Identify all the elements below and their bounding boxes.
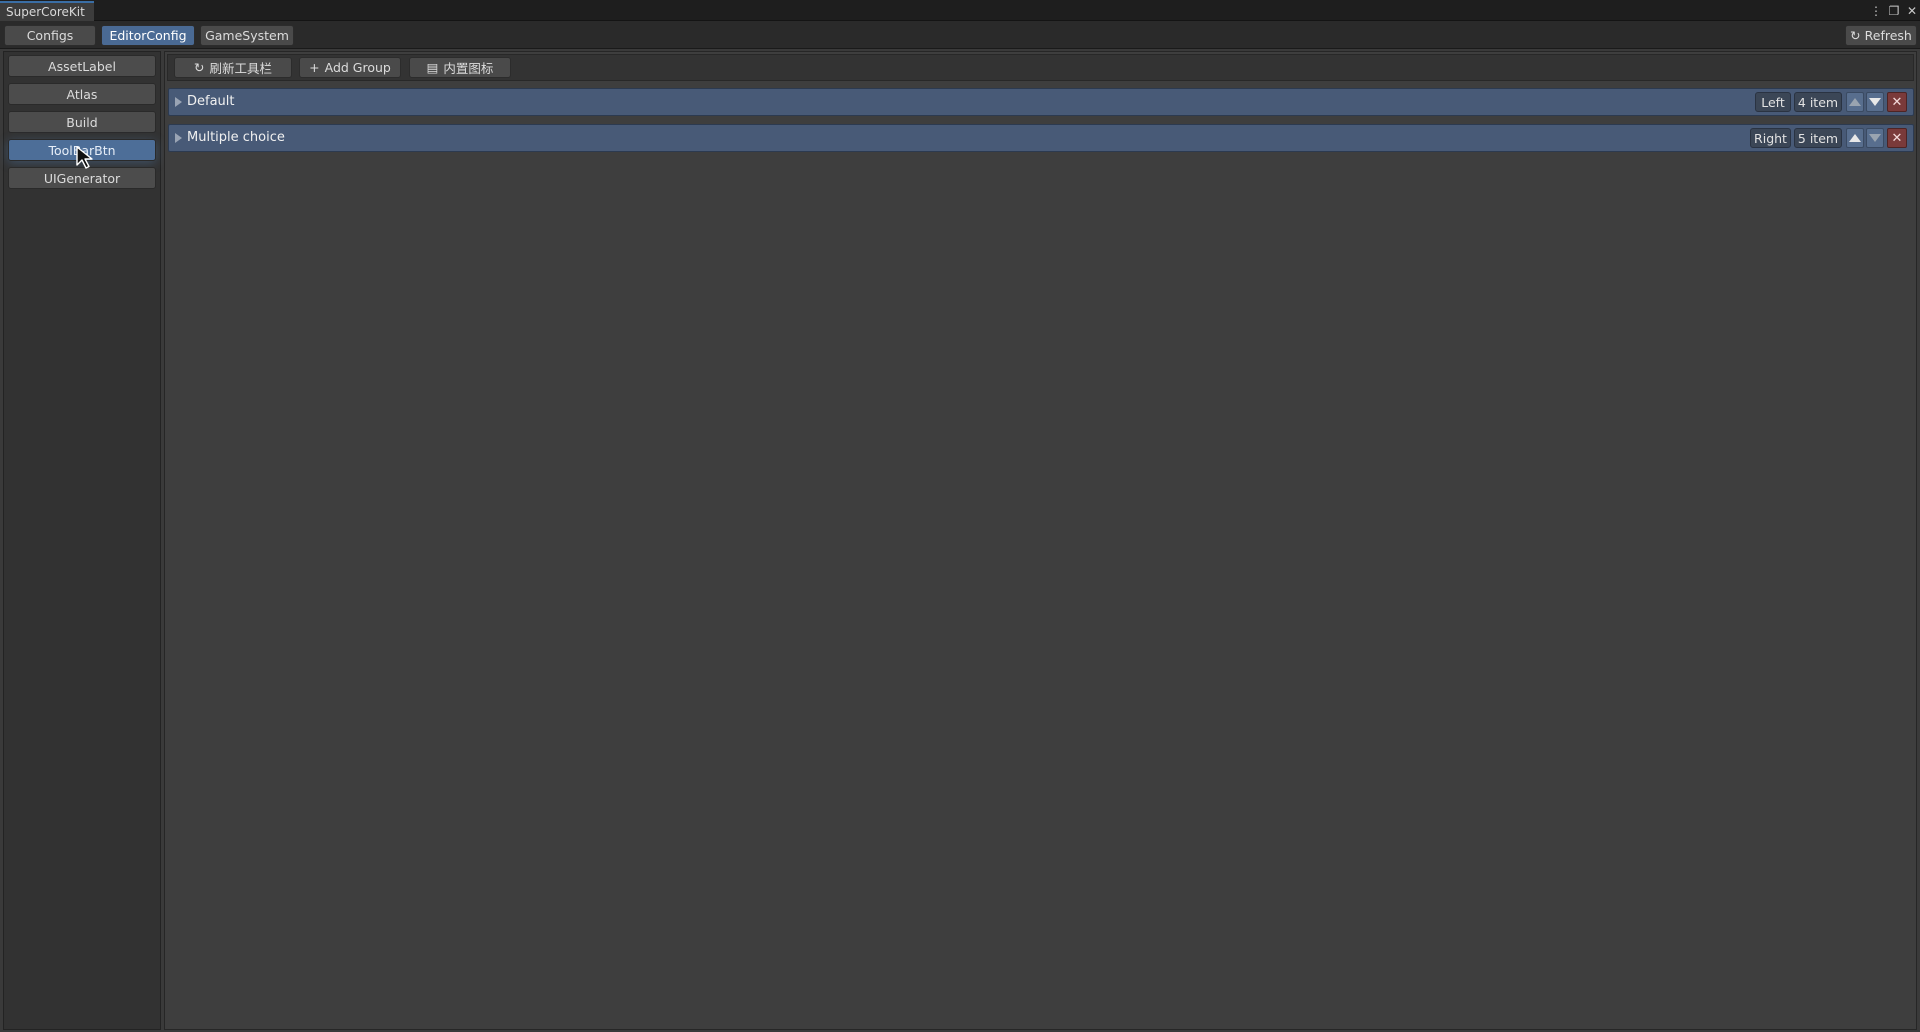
move-down-button[interactable] — [1866, 92, 1884, 112]
sidebar-item-label: Build — [66, 114, 98, 130]
side-selector[interactable]: Right — [1750, 128, 1791, 148]
refresh-toolbar-button[interactable]: ↻ 刷新工具栏 — [174, 57, 292, 78]
builtin-icons-button[interactable]: ▤ 内置图标 — [409, 57, 511, 78]
move-up-button[interactable] — [1846, 128, 1864, 148]
group-name: Default — [187, 94, 235, 109]
group-row-default[interactable]: Default Left 4 item ✕ — [168, 88, 1914, 116]
sidebar-item-label: AssetLabel — [48, 58, 116, 74]
side-selector[interactable]: Left — [1755, 92, 1791, 112]
builtin-icons-label: 内置图标 — [443, 61, 494, 76]
group-name: Multiple choice — [187, 130, 285, 145]
close-icon[interactable]: ✕ — [1906, 4, 1918, 18]
sidebar-item-label: UIGenerator — [43, 170, 121, 186]
tab-label: EditorConfig — [109, 28, 187, 43]
refresh-label: Refresh — [1864, 28, 1912, 43]
tab-editorconfig[interactable]: EditorConfig — [101, 25, 195, 46]
refresh-icon: ↻ — [194, 60, 205, 75]
item-count-badge: 5 item — [1794, 128, 1842, 148]
refresh-button[interactable]: ↻ Refresh — [1845, 25, 1917, 46]
arrow-down-icon — [1869, 98, 1881, 106]
group-row-multiple-choice[interactable]: Multiple choice Right 5 item ✕ — [168, 124, 1914, 152]
add-group-label: Add Group — [324, 60, 391, 75]
delete-group-button[interactable]: ✕ — [1887, 92, 1907, 112]
item-count-label: 4 item — [1797, 94, 1839, 110]
sidebar-item-uigenerator[interactable]: UIGenerator — [8, 167, 156, 189]
side-label: Right — [1754, 130, 1787, 146]
tab-label: GameSystem — [205, 28, 289, 43]
delete-group-button[interactable]: ✕ — [1887, 128, 1907, 148]
arrow-up-icon — [1849, 134, 1861, 142]
refresh-toolbar-label: 刷新工具栏 — [209, 61, 272, 76]
restore-icon[interactable]: ❐ — [1888, 4, 1900, 18]
arrow-down-icon — [1869, 134, 1881, 142]
close-icon: ✕ — [1891, 94, 1903, 110]
sidebar-item-assetlabel[interactable]: AssetLabel — [8, 55, 156, 77]
move-up-button[interactable] — [1846, 92, 1864, 112]
window-title: SuperCoreKit — [6, 5, 85, 19]
window-controls: ⋮ ❐ ✕ — [1870, 2, 1918, 19]
close-icon: ✕ — [1891, 130, 1903, 146]
refresh-icon: ↻ — [1850, 28, 1861, 43]
window-tab[interactable]: SuperCoreKit — [0, 1, 94, 21]
tab-configs[interactable]: Configs — [4, 25, 96, 46]
top-tab-bar: Configs EditorConfig GameSystem ↻ Refres… — [0, 21, 1920, 49]
image-icon: ▤ — [426, 60, 439, 75]
item-count-badge: 4 item — [1794, 92, 1842, 112]
expand-arrow-icon[interactable] — [175, 97, 182, 107]
arrow-up-icon — [1849, 98, 1861, 106]
item-count-label: 5 item — [1797, 130, 1839, 146]
side-label: Left — [1761, 94, 1785, 110]
sidebar: AssetLabel Atlas Build ToolBarBtn UIGene… — [3, 51, 161, 1030]
mouse-cursor-icon — [76, 146, 93, 169]
toolbar: ↻ 刷新工具栏 + Add Group ▤ 内置图标 — [167, 54, 1914, 81]
title-bar: SuperCoreKit ⋮ ❐ ✕ — [0, 0, 1920, 21]
move-down-button[interactable] — [1866, 128, 1884, 148]
sidebar-item-label: Atlas — [66, 86, 98, 102]
tab-gamesystem[interactable]: GameSystem — [200, 25, 294, 46]
sidebar-item-atlas[interactable]: Atlas — [8, 83, 156, 105]
sidebar-item-build[interactable]: Build — [8, 111, 156, 133]
expand-arrow-icon[interactable] — [175, 133, 182, 143]
tab-label: Configs — [26, 28, 74, 43]
more-options-icon[interactable]: ⋮ — [1870, 4, 1882, 18]
add-group-button[interactable]: + Add Group — [299, 57, 401, 78]
main-panel: ↻ 刷新工具栏 + Add Group ▤ 内置图标 Default Left … — [164, 51, 1917, 1030]
plus-icon: + — [309, 60, 320, 75]
